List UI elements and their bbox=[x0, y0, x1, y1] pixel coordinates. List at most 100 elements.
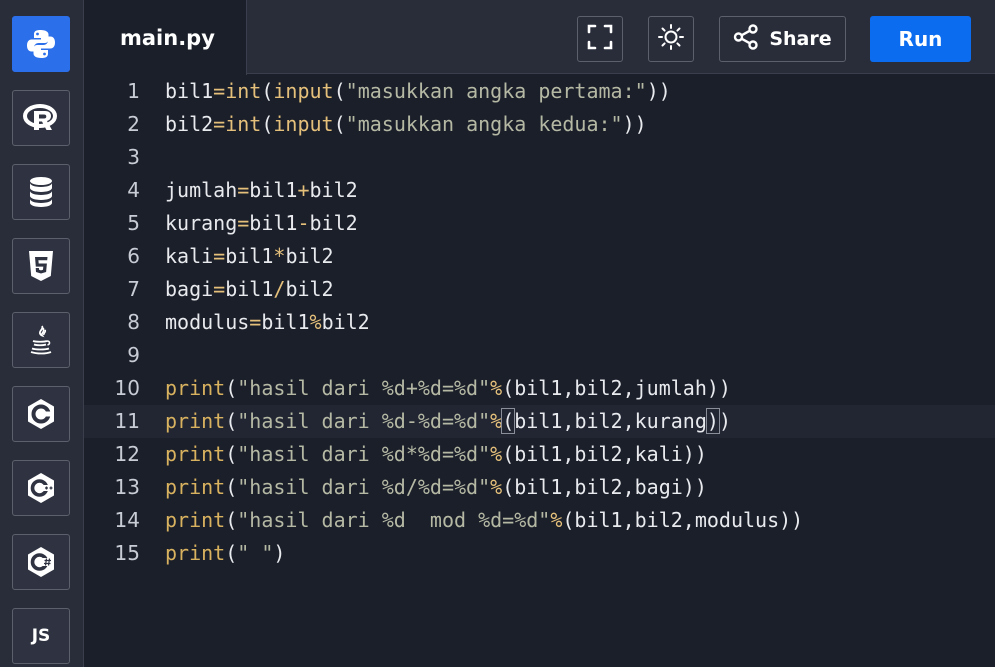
code-token: % bbox=[490, 376, 503, 400]
code-line[interactable]: 12 print("hasil dari %d*%d=%d"%(bil1,bil2… bbox=[84, 438, 995, 471]
code-line[interactable]: 9 bbox=[84, 339, 995, 372]
code-line[interactable]: 11 print("hasil dari %d-%d=%d"%(bil1,bil2… bbox=[84, 405, 995, 438]
code-token: bil1 bbox=[165, 79, 214, 103]
line-number: 11 bbox=[114, 409, 140, 433]
code-token: int bbox=[225, 79, 262, 103]
sidebar-item-javascript[interactable]: JS bbox=[12, 608, 70, 664]
code-token: ( bbox=[225, 508, 238, 532]
app-window: JS main.py Share Run 1 bil1=int(input("m… bbox=[0, 0, 995, 667]
sidebar-item-c[interactable] bbox=[12, 386, 70, 442]
code-token: bagi bbox=[165, 277, 214, 301]
code-line[interactable]: 15 print(" ") bbox=[84, 537, 995, 570]
code-text: jumlah=bil1+bil2 bbox=[165, 174, 358, 207]
code-text: print(" ") bbox=[165, 537, 285, 570]
sidebar-item-python[interactable] bbox=[12, 16, 70, 72]
sidebar-item-csharp[interactable] bbox=[12, 534, 70, 590]
code-token: kali bbox=[165, 244, 214, 268]
code-editor[interactable]: 1 bil1=int(input("masukkan angka pertama:… bbox=[84, 75, 995, 667]
line-number: 8 bbox=[127, 310, 140, 334]
run-button[interactable]: Run bbox=[870, 16, 971, 62]
line-number: 5 bbox=[127, 211, 140, 235]
r-icon bbox=[23, 103, 59, 133]
line-number: 9 bbox=[127, 343, 140, 367]
line-number: 13 bbox=[114, 475, 140, 499]
expand-icon bbox=[587, 24, 613, 54]
file-tab-main-py[interactable]: main.py bbox=[84, 0, 247, 75]
code-token: ( bbox=[225, 376, 238, 400]
sidebar-item-cpp[interactable] bbox=[12, 460, 70, 516]
code-text: kurang=bil1-bil2 bbox=[165, 207, 358, 240]
code-token: modulus bbox=[165, 310, 250, 334]
code-token: input bbox=[273, 79, 334, 103]
code-token: * bbox=[273, 244, 286, 268]
code-line[interactable]: 4 jumlah=bil1+bil2 bbox=[84, 174, 995, 207]
code-token: % bbox=[309, 310, 322, 334]
sidebar-item-html[interactable] bbox=[12, 238, 70, 294]
code-token: bil2 bbox=[285, 277, 334, 301]
code-text: modulus=bil1%bil2 bbox=[165, 306, 370, 339]
code-token: (bil1,bil2,bagi)) bbox=[502, 475, 707, 499]
html5-icon bbox=[27, 250, 55, 282]
code-token: bil2 bbox=[309, 211, 358, 235]
run-label: Run bbox=[898, 27, 943, 51]
code-line[interactable]: 13 print("hasil dari %d/%d=%d"%(bil1,bil2… bbox=[84, 471, 995, 504]
line-number: 10 bbox=[114, 376, 140, 400]
code-token: print bbox=[165, 442, 226, 466]
code-token: bil2 bbox=[321, 310, 370, 334]
code-line[interactable]: 7 bagi=bil1/bil2 bbox=[84, 273, 995, 306]
share-button[interactable]: Share bbox=[719, 16, 846, 62]
code-token: = bbox=[213, 277, 226, 301]
c-icon bbox=[26, 398, 56, 430]
code-token: "hasil dari %d/%d=%d" bbox=[237, 475, 491, 499]
code-text: print("hasil dari %d+%d=%d"%(bil1,bil2,j… bbox=[165, 372, 731, 405]
code-line[interactable]: 1 bil1=int(input("masukkan angka pertama:… bbox=[84, 75, 995, 108]
fullscreen-button[interactable] bbox=[577, 16, 623, 62]
code-token: print bbox=[165, 508, 226, 532]
code-line[interactable]: 14 print("hasil dari %d mod %d=%d"%(bil1,… bbox=[84, 504, 995, 537]
code-token: jumlah bbox=[165, 178, 238, 202]
code-token: (bil1,bil2,kali)) bbox=[502, 442, 707, 466]
code-line[interactable]: 5 kurang=bil1-bil2 bbox=[84, 207, 995, 240]
code-token: "masukkan angka pertama:" bbox=[345, 79, 647, 103]
sun-icon bbox=[657, 23, 685, 55]
code-token: bil1,bil2,kurang bbox=[514, 409, 707, 433]
code-token: ( bbox=[225, 442, 238, 466]
code-token: ) bbox=[273, 541, 286, 565]
code-token: = bbox=[249, 310, 262, 334]
code-token: " " bbox=[237, 541, 274, 565]
sidebar-item-r[interactable] bbox=[12, 90, 70, 146]
code-token: (bil1,bil2,jumlah)) bbox=[502, 376, 731, 400]
code-text: bil2=int(input("masukkan angka kedua:")) bbox=[165, 108, 647, 141]
code-token: input bbox=[273, 112, 334, 136]
theme-toggle-button[interactable] bbox=[648, 16, 694, 62]
editor-toolbar: main.py Share Run bbox=[84, 0, 995, 75]
code-token: ( bbox=[225, 541, 238, 565]
code-token: bil1 bbox=[249, 211, 298, 235]
code-line[interactable]: 8 modulus=bil1%bil2 bbox=[84, 306, 995, 339]
code-token: "hasil dari %d*%d=%d" bbox=[237, 442, 491, 466]
sidebar-item-java[interactable] bbox=[12, 312, 70, 368]
code-line[interactable]: 6 kali=bil1*bil2 bbox=[84, 240, 995, 273]
code-token: print bbox=[165, 475, 226, 499]
code-token: ( bbox=[333, 79, 346, 103]
code-line[interactable]: 2 bil2=int(input("masukkan angka kedua:")… bbox=[84, 108, 995, 141]
line-number: 2 bbox=[127, 112, 140, 136]
code-token: ( bbox=[501, 408, 516, 434]
code-token: bil1 bbox=[249, 178, 298, 202]
code-text: print("hasil dari %d-%d=%d"%(bil1,bil2,k… bbox=[165, 405, 731, 438]
code-token: print bbox=[165, 376, 226, 400]
share-icon bbox=[733, 23, 759, 55]
code-token: ( bbox=[225, 409, 238, 433]
code-token: % bbox=[490, 475, 503, 499]
language-sidebar: JS bbox=[0, 0, 84, 667]
code-line[interactable]: 10 print("hasil dari %d+%d=%d"%(bil1,bil2… bbox=[84, 372, 995, 405]
line-number: 6 bbox=[127, 244, 140, 268]
code-token: ( bbox=[333, 112, 346, 136]
code-token: ( bbox=[261, 112, 274, 136]
code-line[interactable]: 3 bbox=[84, 141, 995, 174]
line-number: 4 bbox=[127, 178, 140, 202]
code-token: = bbox=[213, 244, 226, 268]
code-token: bil1 bbox=[225, 277, 274, 301]
sidebar-item-sql[interactable] bbox=[12, 164, 70, 220]
code-token: = bbox=[213, 112, 226, 136]
